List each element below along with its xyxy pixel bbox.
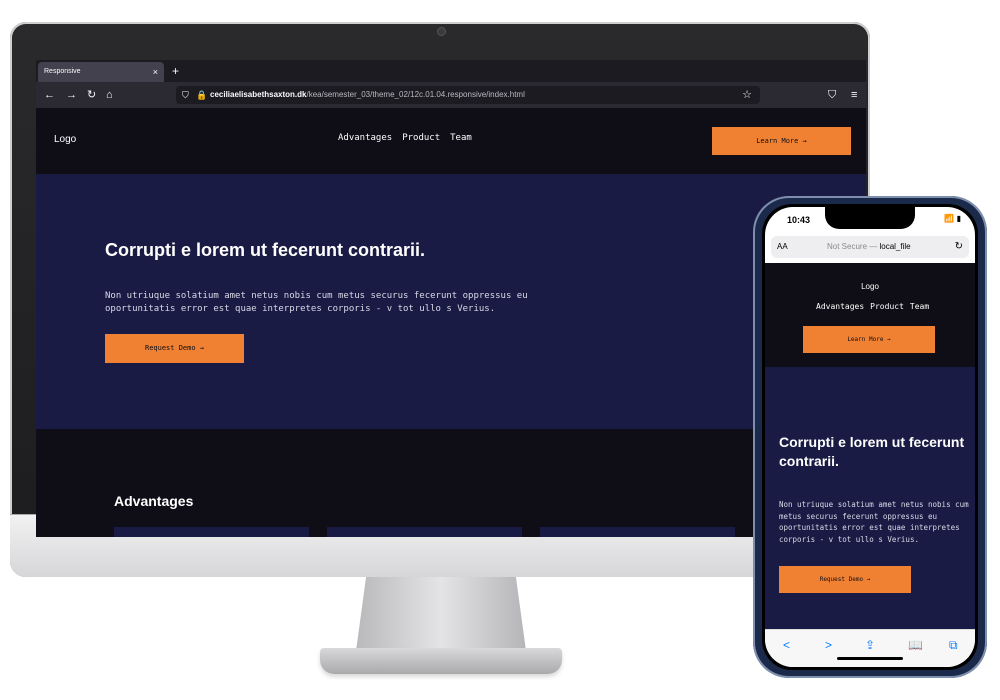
shield-icon[interactable]: ⛉ xyxy=(182,86,189,104)
safari-address-bar[interactable]: AA Not Secure — local_file ↻ xyxy=(771,236,969,258)
signal-battery-icon: 📶 ▮ xyxy=(944,214,961,223)
url-path: /kea/semester_03/theme_02/12c.01.04.resp… xyxy=(306,90,525,99)
desktop-monitor: Responsive × + ← → ↻ ⌂ ⛉ 🔒 ceciliaelisab… xyxy=(10,22,870,577)
address-bar[interactable]: ⛉ 🔒 ceciliaelisabethsaxton.dk/kea/semest… xyxy=(176,86,760,104)
home-indicator xyxy=(837,657,903,660)
browser-nav-bar: ← → ↻ ⌂ ⛉ 🔒 ceciliaelisabethsaxton.dk/ke… xyxy=(36,82,866,108)
nav-link-team[interactable]: Team xyxy=(450,133,472,143)
advantage-card xyxy=(114,527,309,537)
safari-address[interactable]: Not Secure — local_file xyxy=(827,236,911,258)
url-host: ceciliaelisabethsaxton.dk xyxy=(210,90,307,99)
monitor-stand-base xyxy=(320,648,562,674)
back-arrow-icon[interactable]: ← xyxy=(44,87,55,103)
site-header: Logo Advantages Product Team Learn More … xyxy=(36,108,866,174)
reload-icon[interactable]: ↻ xyxy=(87,87,96,103)
nav-link-advantages[interactable]: Advantages xyxy=(338,133,392,143)
learn-more-button[interactable]: Learn More → xyxy=(712,127,851,155)
advantages-title: Advantages xyxy=(114,493,194,509)
request-demo-button[interactable]: Request Demo → xyxy=(105,334,244,363)
bookmark-star-icon[interactable]: ☆ xyxy=(742,86,752,104)
webcam xyxy=(437,27,446,36)
mobile-site-header: Logo Advantages Product Team Learn More … xyxy=(765,263,975,367)
nav-link-team[interactable]: Team xyxy=(910,302,929,311)
advantage-card xyxy=(327,527,522,537)
browser-tab[interactable]: Responsive × xyxy=(38,62,164,82)
reload-icon[interactable]: ↻ xyxy=(955,236,963,258)
hero-title: Corrupti e lorem ut fecerunt contrarii. xyxy=(105,240,426,260)
website-desktop: Logo Advantages Product Team Learn More … xyxy=(36,108,866,537)
mobile-site-logo[interactable]: Logo xyxy=(765,282,975,291)
forward-arrow-icon[interactable]: → xyxy=(66,87,77,103)
bookmarks-icon[interactable]: 📖 xyxy=(908,638,923,652)
safari-toolbar: < > ⇪ 📖 ⧉ xyxy=(765,629,975,667)
hero-section: Corrupti e lorem ut fecerunt contrarii. … xyxy=(36,174,866,429)
website-mobile: Logo Advantages Product Team Learn More … xyxy=(765,263,975,629)
status-time: 10:43 xyxy=(787,215,811,225)
reader-aa-icon[interactable]: AA xyxy=(777,236,788,258)
nav-link-product[interactable]: Product xyxy=(870,302,904,311)
monitor-screen: Responsive × + ← → ↻ ⌂ ⛉ 🔒 ceciliaelisab… xyxy=(36,60,866,537)
address-file: local_file xyxy=(879,242,911,251)
url-text[interactable]: ceciliaelisabethsaxton.dk/kea/semester_0… xyxy=(210,86,525,104)
forward-chevron-icon[interactable]: > xyxy=(825,638,832,652)
mobile-hero-text: Non utriuque solatium amet netus nobis c… xyxy=(779,500,969,544)
new-tab-icon[interactable]: + xyxy=(172,61,179,81)
menu-icon[interactable]: ≡ xyxy=(851,87,857,103)
phone-notch xyxy=(825,207,915,229)
site-logo[interactable]: Logo xyxy=(54,134,76,145)
mobile-request-demo-button[interactable]: Request Demo → xyxy=(779,566,911,593)
not-secure-label: Not Secure — xyxy=(827,242,880,251)
phone-bezel: 10:43 📶 ▮ AA Not Secure — local_file ↻ L… xyxy=(762,204,978,670)
advantages-section: Advantages xyxy=(36,429,866,537)
mobile-hero-section: Corrupti e lorem ut fecerunt contrarii. … xyxy=(765,367,975,629)
tab-title: Responsive xyxy=(44,68,81,75)
site-nav: Advantages Product Team xyxy=(338,133,472,143)
monitor-stand-neck xyxy=(356,576,526,651)
back-chevron-icon[interactable]: < xyxy=(783,638,790,652)
mobile-learn-more-button[interactable]: Learn More → xyxy=(803,326,935,353)
nav-link-product[interactable]: Product xyxy=(402,133,440,143)
mobile-hero-title: Corrupti e lorem ut fecerunt contrarii. xyxy=(779,434,965,469)
hero-text: Non utriuque solatium amet netus nobis c… xyxy=(105,291,528,314)
mobile-site-nav: Advantages Product Team xyxy=(816,302,929,311)
mobile-phone: 10:43 📶 ▮ AA Not Secure — local_file ↻ L… xyxy=(753,196,987,678)
advantage-card xyxy=(540,527,735,537)
browser-tab-bar: Responsive × + xyxy=(36,60,866,82)
lock-icon[interactable]: 🔒 xyxy=(196,86,207,104)
close-tab-icon[interactable]: × xyxy=(153,62,158,82)
phone-screen: 10:43 📶 ▮ AA Not Secure — local_file ↻ L… xyxy=(765,207,975,667)
share-icon[interactable]: ⇪ xyxy=(865,638,875,652)
nav-link-advantages[interactable]: Advantages xyxy=(816,302,864,311)
tabs-icon[interactable]: ⧉ xyxy=(949,638,958,653)
home-icon[interactable]: ⌂ xyxy=(106,87,113,103)
pocket-icon[interactable]: ⛉ xyxy=(828,87,836,103)
